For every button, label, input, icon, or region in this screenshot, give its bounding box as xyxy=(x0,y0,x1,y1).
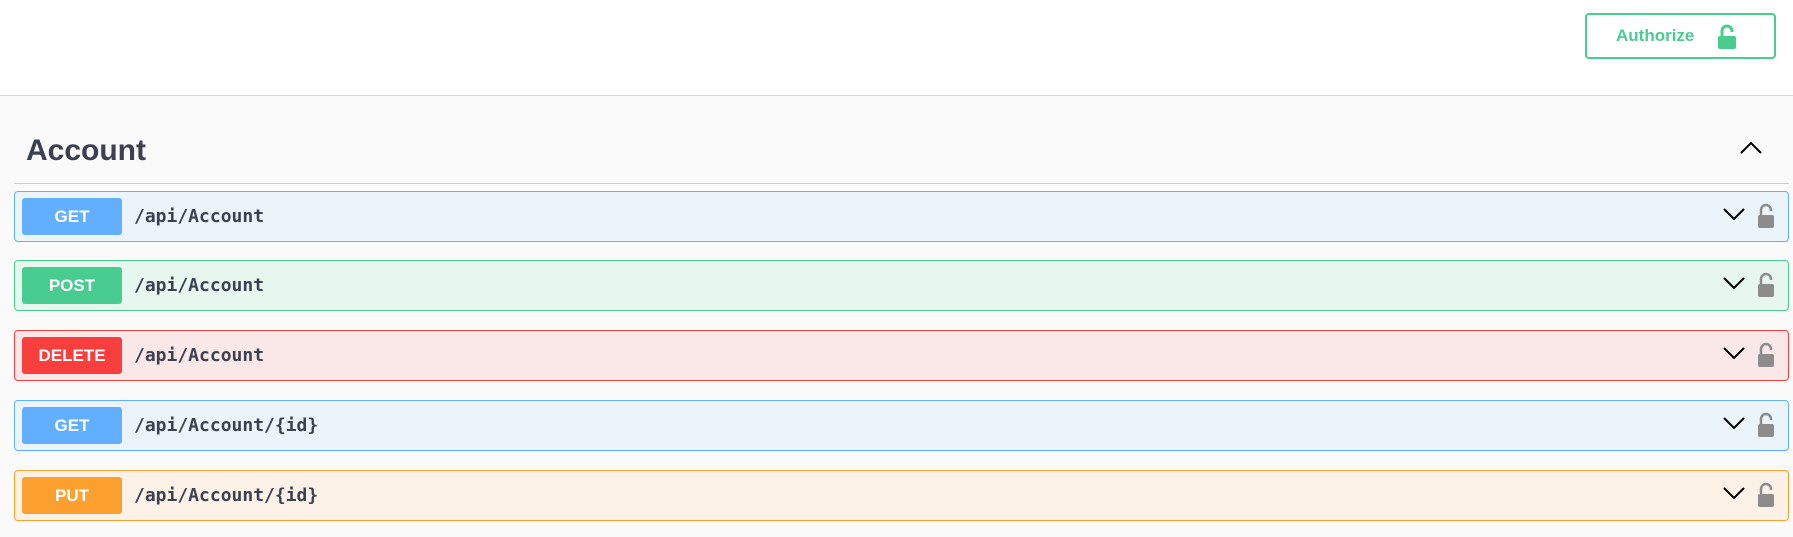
operation-get-account-by-id[interactable]: GET /api/Account/{id} xyxy=(14,400,1789,451)
chevron-up-icon[interactable] xyxy=(1739,141,1763,160)
unlocked-lock-icon[interactable] xyxy=(1757,342,1775,373)
authorize-button[interactable]: Authorize xyxy=(1585,13,1776,59)
unlocked-lock-icon[interactable] xyxy=(1757,272,1775,303)
tag-header[interactable]: Account xyxy=(14,97,1789,184)
account-section: Account GET /api/Account POST /api/Accou… xyxy=(0,97,1793,537)
tag-title: Account xyxy=(26,134,146,167)
method-badge: PUT xyxy=(22,477,122,514)
unlocked-lock-icon[interactable] xyxy=(1757,412,1775,443)
operation-path: /api/Account xyxy=(134,206,265,227)
operation-path: /api/Account xyxy=(134,345,265,366)
operation-get-account[interactable]: GET /api/Account xyxy=(14,191,1789,242)
operation-put-account-by-id[interactable]: PUT /api/Account/{id} xyxy=(14,470,1789,521)
operation-path: /api/Account xyxy=(134,275,265,296)
operation-delete-account[interactable]: DELETE /api/Account xyxy=(14,330,1789,381)
chevron-down-icon[interactable] xyxy=(1722,416,1746,435)
operation-post-account[interactable]: POST /api/Account xyxy=(14,260,1789,311)
chevron-down-icon[interactable] xyxy=(1722,276,1746,295)
unlocked-lock-icon[interactable] xyxy=(1757,203,1775,234)
method-badge: POST xyxy=(22,267,122,304)
method-badge: GET xyxy=(22,407,122,444)
authorize-label: Authorize xyxy=(1616,26,1695,45)
method-badge: GET xyxy=(22,198,122,235)
unlocked-lock-icon xyxy=(1717,24,1737,55)
method-badge: DELETE xyxy=(22,337,122,374)
operation-path: /api/Account/{id} xyxy=(134,485,319,506)
chevron-down-icon[interactable] xyxy=(1722,207,1746,226)
operation-path: /api/Account/{id} xyxy=(134,415,319,436)
unlocked-lock-icon[interactable] xyxy=(1757,482,1775,513)
chevron-down-icon[interactable] xyxy=(1722,346,1746,365)
chevron-down-icon[interactable] xyxy=(1722,486,1746,505)
topbar: Authorize xyxy=(0,0,1793,96)
